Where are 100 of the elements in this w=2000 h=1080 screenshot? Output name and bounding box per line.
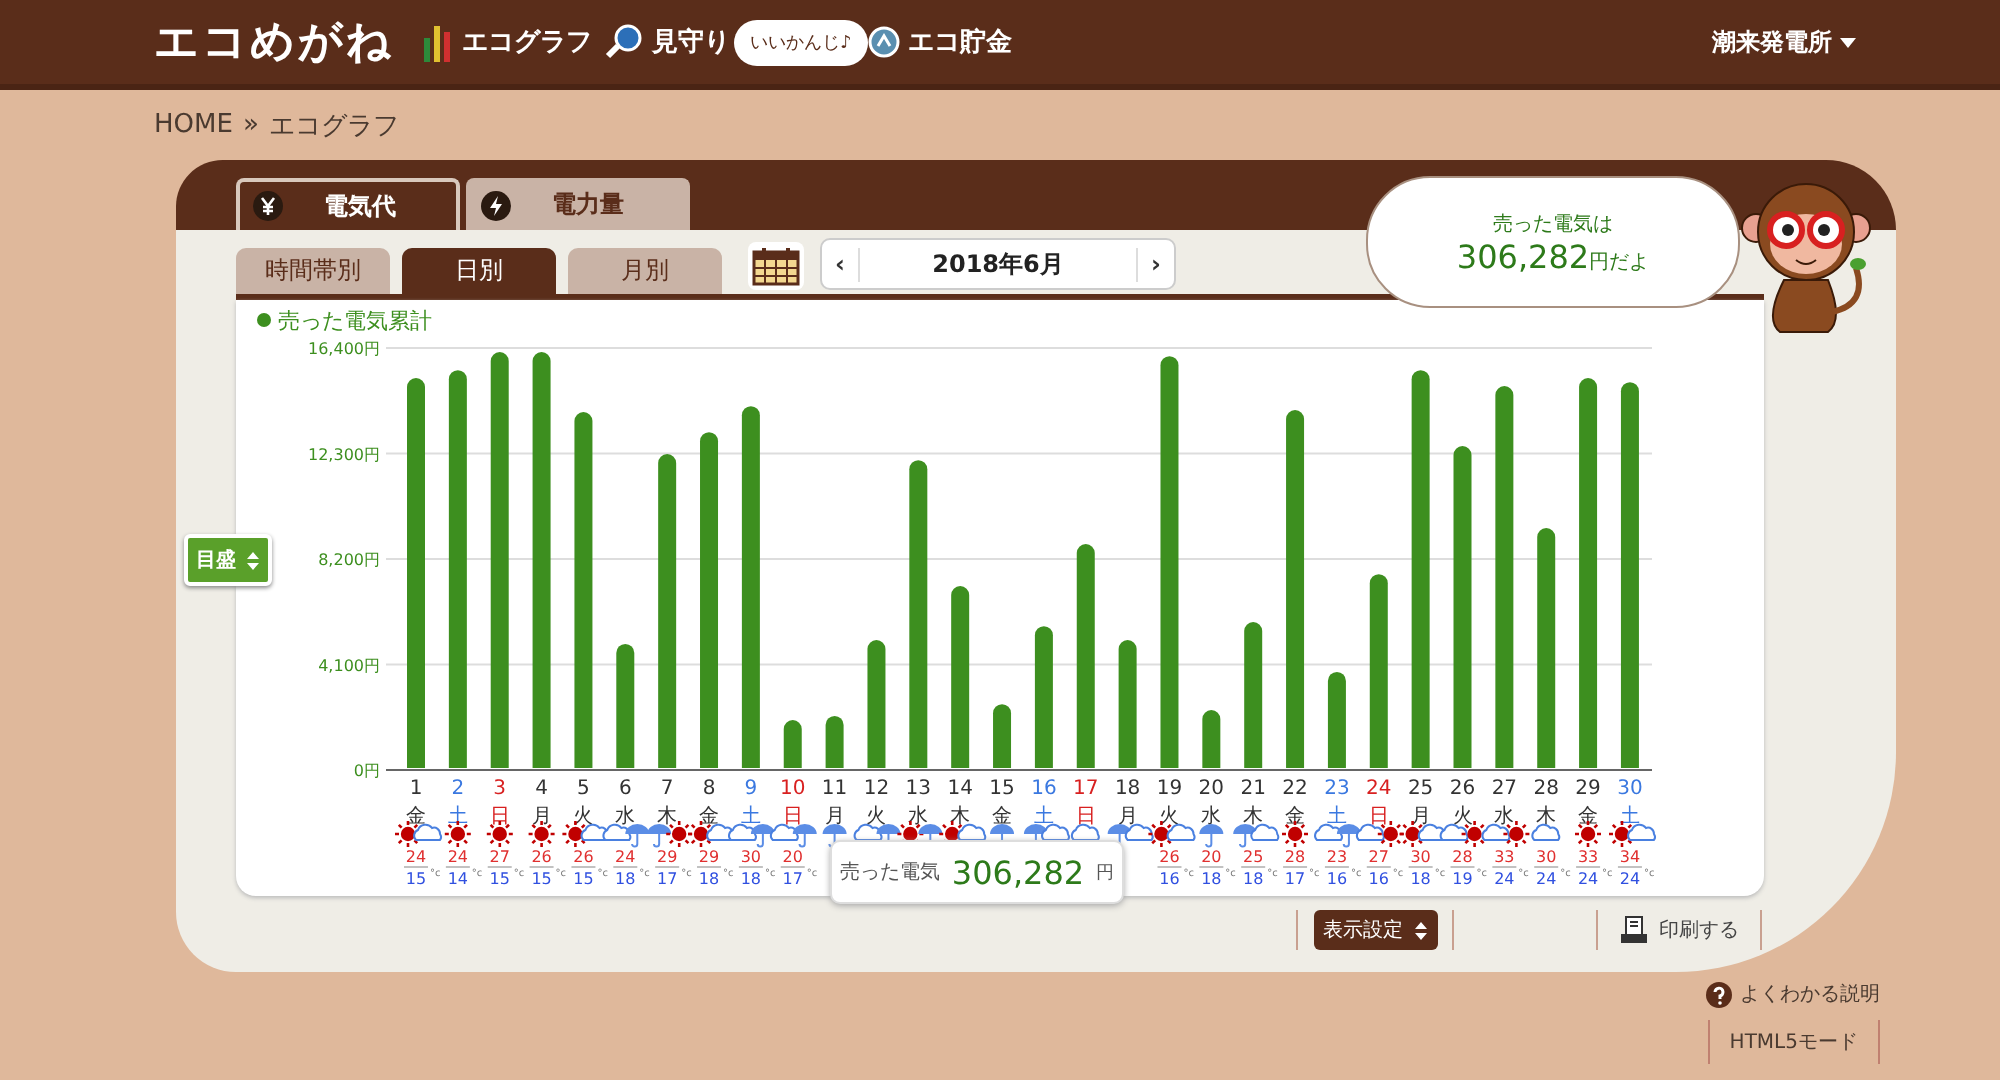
bar[interactable] [741, 406, 760, 768]
weekday-label: 土 [740, 806, 761, 828]
tooltip-amount: 306,282 [951, 853, 1085, 891]
low-temperature: 15 [405, 870, 427, 888]
day-label: 15 [989, 778, 1015, 800]
bar[interactable] [532, 352, 551, 768]
day-label: 3 [493, 778, 507, 800]
printer-icon [1619, 916, 1647, 944]
weekday-label: 水 [908, 806, 929, 828]
nav-link[interactable]: 見守り [604, 24, 730, 60]
weekday-label: 日 [489, 806, 510, 828]
view-tab[interactable]: 時間帯別 [236, 248, 390, 294]
day-label: 19 [1156, 778, 1183, 800]
high-temperature: 26 [1159, 848, 1180, 866]
low-temperature: 17 [656, 870, 678, 888]
weekday-label: 日 [782, 806, 803, 828]
weekday-label: 金 [1578, 806, 1599, 828]
weekday-label: 月 [531, 806, 552, 828]
bar[interactable] [993, 704, 1012, 768]
next-month-button[interactable]: › [1138, 250, 1174, 278]
bar[interactable] [490, 352, 509, 768]
weekday-label: 金 [406, 806, 426, 828]
bar[interactable] [867, 640, 886, 768]
weekday-label: 土 [1033, 806, 1054, 828]
day-label: 5 [577, 778, 590, 800]
low-temperature: 17 [782, 870, 803, 888]
weekday-label: 木 [1243, 806, 1264, 828]
high-temperature: 23 [1326, 848, 1348, 866]
bar[interactable] [616, 643, 635, 768]
bar[interactable] [909, 460, 928, 768]
bar[interactable] [951, 586, 970, 768]
bar[interactable] [1495, 386, 1514, 768]
nav-link[interactable]: エコ貯金 [867, 24, 1012, 60]
high-temperature: 29 [698, 848, 720, 866]
low-temperature: 18 [740, 870, 762, 888]
bar[interactable] [1118, 640, 1137, 768]
help-link[interactable]: よくわかる説明 [1706, 980, 1880, 1008]
day-label: 6 [618, 778, 632, 800]
view-tab[interactable]: 月別 [568, 248, 722, 294]
bar[interactable] [1286, 410, 1305, 768]
bar[interactable] [574, 412, 593, 768]
category-tab[interactable]: 電気代 [236, 178, 460, 230]
low-temperature: 16 [1326, 870, 1348, 888]
y-axis-label: 4,100円 [318, 656, 380, 675]
day-label: 7 [660, 778, 674, 800]
high-temperature: 24 [447, 848, 469, 866]
weekday-label: 金 [1285, 806, 1306, 828]
high-temperature: 28 [1452, 848, 1473, 866]
bar[interactable] [1537, 528, 1556, 768]
display-settings-button[interactable]: 表示設定 [1313, 910, 1437, 950]
weekday-label: 月 [1410, 806, 1431, 828]
weekday-label: 金 [992, 806, 1013, 828]
day-label: 22 [1282, 778, 1308, 800]
bar[interactable] [825, 716, 844, 768]
account-menu[interactable]: 潮来発電所 [1712, 25, 1856, 59]
bar[interactable] [1244, 622, 1263, 768]
low-temperature: 16 [1159, 870, 1180, 888]
weekday-label: 木 [1536, 806, 1557, 828]
bar[interactable] [1411, 370, 1430, 768]
high-temperature: 20 [782, 848, 803, 866]
day-label: 17 [1073, 778, 1099, 800]
bar[interactable] [1579, 378, 1598, 768]
day-label: 10 [780, 778, 806, 800]
day-label: 8 [702, 778, 716, 800]
print-link[interactable]: 印刷する [1619, 916, 1739, 944]
low-temperature: 24 [1619, 870, 1641, 888]
low-temperature: 19 [1452, 870, 1473, 888]
bar[interactable] [448, 370, 467, 768]
day-label: 30 [1617, 778, 1643, 800]
low-temperature: 24 [1577, 870, 1599, 888]
nav-link[interactable]: エコグラフ [422, 22, 592, 62]
weekday-label: 金 [699, 806, 719, 828]
high-temperature: 24 [405, 848, 427, 866]
bar[interactable] [658, 454, 677, 768]
bar[interactable] [1453, 446, 1472, 768]
bar[interactable] [1076, 544, 1095, 768]
category-tab[interactable]: 電力量 [466, 178, 690, 230]
logo[interactable]: エコめがね [154, 12, 394, 72]
calendar-button[interactable] [748, 242, 804, 290]
bar[interactable] [1034, 626, 1053, 768]
day-label: 23 [1324, 778, 1350, 800]
bar[interactable] [1327, 672, 1346, 768]
status-badge: いいかんじ♪ [734, 19, 868, 65]
weekday-label: 火 [573, 806, 594, 828]
low-temperature: 18 [1410, 870, 1431, 888]
low-temperature: 17 [1284, 870, 1306, 888]
high-temperature: 27 [1368, 848, 1389, 866]
previous-month-button[interactable]: ‹ [822, 250, 858, 278]
yen-icon [252, 190, 284, 222]
low-temperature: 16 [1368, 870, 1389, 888]
view-tab[interactable]: 日別 [402, 248, 556, 294]
bar[interactable] [1160, 356, 1179, 768]
bar[interactable] [1202, 710, 1221, 768]
breadcrumb-link[interactable]: HOME [154, 110, 233, 140]
high-temperature: 30 [1536, 848, 1557, 866]
high-temperature: 33 [1494, 848, 1515, 866]
html5-mode-link[interactable]: HTML5モード [1707, 1020, 1880, 1064]
bar[interactable] [783, 720, 802, 768]
bar[interactable] [1369, 574, 1388, 768]
bar[interactable] [1620, 382, 1639, 768]
